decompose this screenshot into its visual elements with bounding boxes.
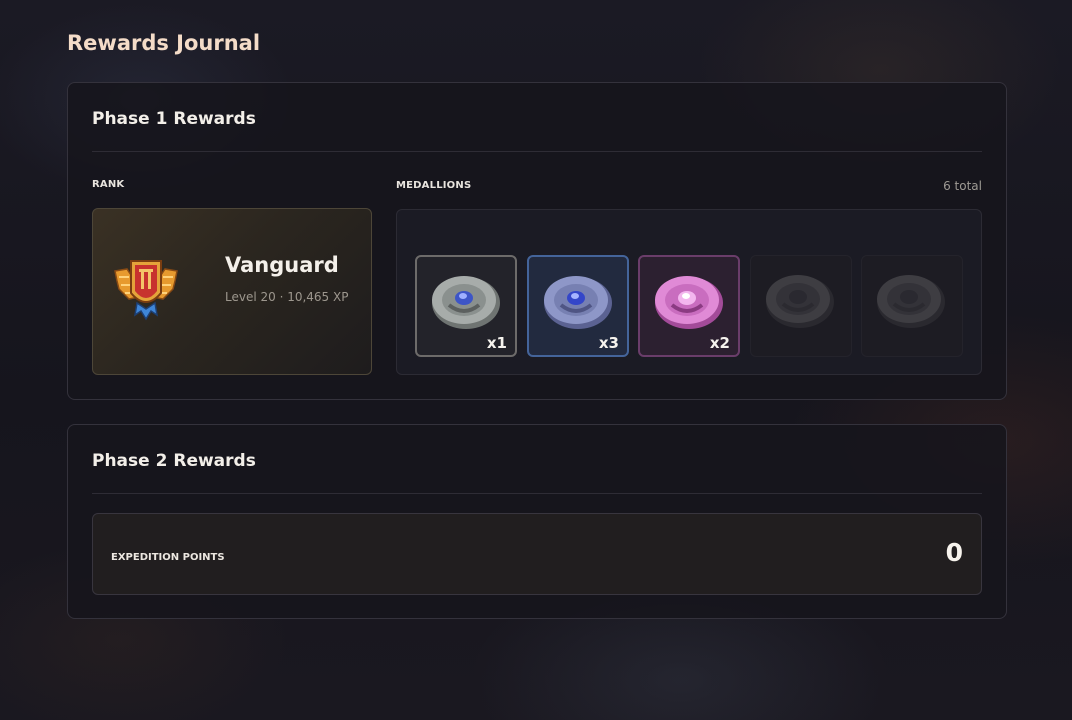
divider [92,493,982,494]
medallions-total: 6 total [943,179,982,193]
page-title: Rewards Journal [67,31,261,55]
rank-label: RANK [92,179,125,190]
medallions-panel: x1 x3 x2 [396,209,982,375]
phase-1-card: Phase 1 Rewards RANK MEDALLIONS 6 total [67,82,1007,400]
divider [92,151,982,152]
medallion-icon [655,276,723,329]
rank-detail: Level 20 · 10,465 XP [225,290,349,304]
medallion-icon [766,275,834,328]
medallion-slot-locked [750,255,852,357]
phase-2-card: Phase 2 Rewards EXPEDITION POINTS 0 [67,424,1007,619]
medallions-label: MEDALLIONS [396,180,472,191]
medallion-slot-silver[interactable]: x1 [415,255,517,357]
medallion-icon [544,276,612,329]
medallion-count: x1 [486,334,507,352]
expedition-points-panel: EXPEDITION POINTS 0 [92,513,982,595]
medallion-icon [877,275,945,328]
medallion-count: x3 [598,334,619,352]
rewards-journal: Rewards Journal Phase 1 Rewards RANK MED… [67,28,1007,619]
rank-name: Vanguard [225,253,339,277]
phase-1-title: Phase 1 Rewards [92,109,256,129]
expedition-points-label: EXPEDITION POINTS [111,552,225,563]
medallion-count: x2 [709,334,730,352]
medallion-slot-pink[interactable]: x2 [638,255,740,357]
medallion-slot-blue[interactable]: x3 [527,255,629,357]
medallion-icon [432,276,500,329]
winged-shield-emblem-icon [114,260,178,321]
rank-panel: Vanguard Level 20 · 10,465 XP [92,208,372,375]
phase-2-title: Phase 2 Rewards [92,451,256,471]
medallion-slot-locked [861,255,963,357]
expedition-points-value: 0 [945,538,963,567]
